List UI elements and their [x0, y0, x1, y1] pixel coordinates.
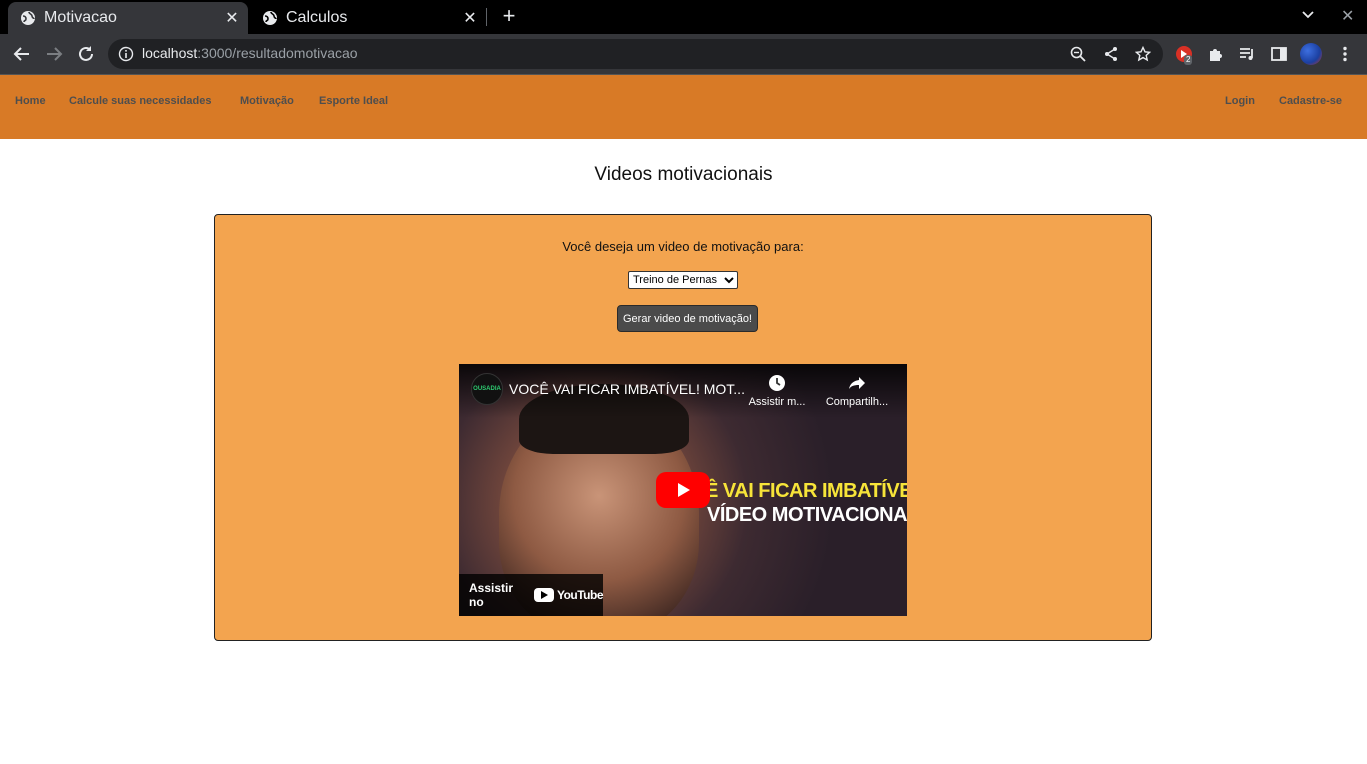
share-arrow-icon [849, 377, 865, 389]
nav-home[interactable]: Home [15, 95, 46, 107]
tab-title: Calculos [286, 9, 348, 26]
back-icon[interactable] [11, 43, 33, 65]
site-navbar: Home Calcule suas necessidades Motivação… [0, 75, 1367, 139]
bookmark-star-icon[interactable] [1135, 46, 1151, 62]
youtube-logo: YouTube [533, 588, 604, 602]
tab-calculos[interactable]: Calculos ✕ [250, 2, 486, 34]
nav-cadastre-se[interactable]: Cadastre-se [1279, 95, 1342, 107]
close-window-icon[interactable]: ✕ [1341, 6, 1354, 26]
watch-later-button[interactable]: Assistir m... [742, 374, 812, 408]
share-label: Compartilh... [825, 396, 889, 408]
channel-logo[interactable]: OUSADIA [471, 373, 503, 405]
thumbnail-headline: Ê VAI FICAR IMBATÍVEL! [705, 480, 907, 502]
play-icon [678, 483, 690, 497]
url-path: :3000/resultadomotivacao [197, 45, 358, 61]
nav-login[interactable]: Login [1225, 95, 1255, 107]
motivation-panel: Você deseja um video de motivação para: … [214, 214, 1152, 641]
tab-separator [486, 8, 487, 26]
tab-title: Motivacao [44, 9, 117, 26]
watch-on-label: Assistir no [469, 581, 514, 609]
zoom-icon[interactable] [1070, 46, 1086, 62]
reload-icon[interactable] [75, 43, 97, 65]
tab-search-chevron-icon[interactable] [1300, 6, 1316, 27]
generate-video-button[interactable]: Gerar video de motivação! [617, 305, 758, 332]
video-title[interactable]: VOCÊ VAI FICAR IMBATÍVEL! MOT... [509, 381, 745, 397]
nav-calcule[interactable]: Calcule suas necessidades [69, 95, 211, 107]
watch-on-youtube-button[interactable]: Assistir no YouTube [459, 574, 604, 616]
channel-logo-text: OUSADIA [473, 386, 501, 392]
youtube-play-icon [533, 588, 554, 602]
menu-kebab-icon[interactable] [1336, 45, 1354, 63]
close-tab-icon[interactable]: ✕ [460, 8, 480, 28]
share-video-button[interactable]: Compartilh... [822, 374, 892, 408]
close-tab-icon[interactable]: ✕ [222, 8, 242, 28]
extension-badge: 2 [1184, 55, 1193, 65]
thumbnail-subheadline: VÍDEO MOTIVACIONAL [707, 504, 907, 526]
browser-toolbar: localhost:3000/resultadomotivacao 2 [0, 34, 1367, 74]
motivation-type-select[interactable]: Treino de Pernas [628, 271, 738, 289]
site-info-icon[interactable] [118, 46, 134, 62]
nav-esporte-ideal[interactable]: Esporte Ideal [319, 95, 388, 107]
url-host: localhost [142, 45, 198, 61]
nav-motivacao[interactable]: Motivação [240, 95, 294, 107]
tab-motivacao[interactable]: Motivacao ✕ [8, 2, 248, 34]
globe-icon [263, 11, 277, 25]
side-panel-icon[interactable] [1270, 45, 1288, 63]
watch-later-label: Assistir m... [748, 396, 806, 408]
address-bar[interactable]: localhost:3000/resultadomotivacao [108, 39, 1163, 69]
share-icon[interactable] [1103, 46, 1119, 62]
play-button[interactable] [656, 472, 710, 508]
new-tab-icon[interactable]: + [498, 5, 520, 27]
motivation-question: Você deseja um video de motivação para: [562, 239, 804, 254]
globe-icon [21, 11, 35, 25]
forward-icon[interactable] [43, 43, 65, 65]
browser-tab-strip: Motivacao ✕ Calculos ✕ + ✕ [0, 0, 1367, 34]
page-title: Videos motivacionais [594, 164, 773, 185]
extensions-puzzle-icon[interactable] [1207, 45, 1225, 63]
extension-red-icon[interactable]: 2 [1175, 45, 1193, 65]
profile-avatar[interactable] [1300, 43, 1322, 65]
media-queue-icon[interactable] [1238, 45, 1256, 63]
youtube-embed[interactable]: OUSADIA VOCÊ VAI FICAR IMBATÍVEL! MOT...… [459, 364, 907, 616]
url-text: localhost:3000/resultadomotivacao [142, 45, 358, 61]
clock-icon [769, 375, 785, 391]
youtube-label: YouTube [556, 588, 604, 602]
